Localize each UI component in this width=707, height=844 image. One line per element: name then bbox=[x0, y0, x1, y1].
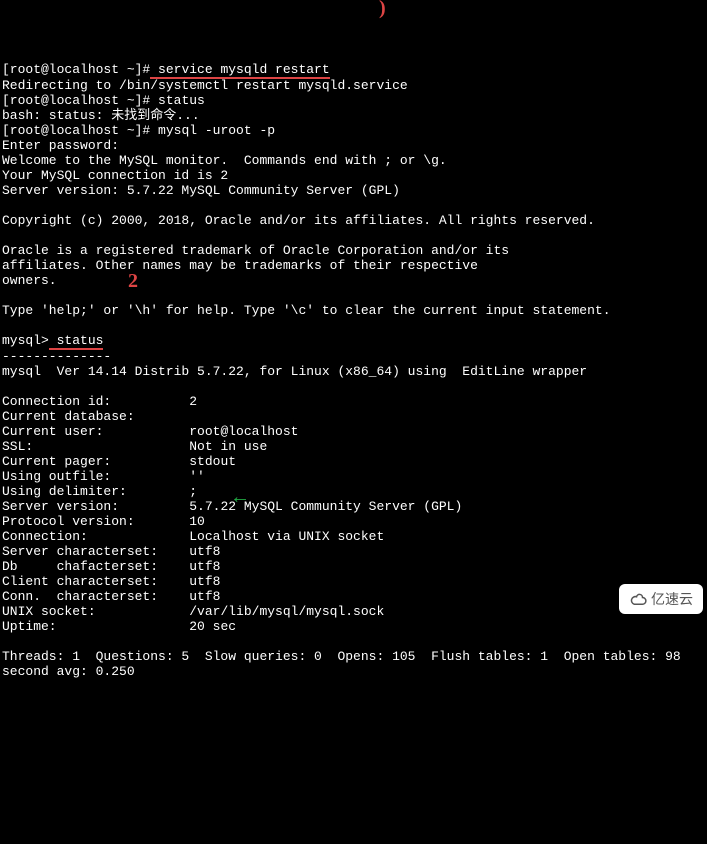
status-key-conn-cs: Conn. characterset: bbox=[2, 589, 189, 604]
annotation-2-icon: 2 bbox=[128, 274, 138, 289]
cmd-status-mysql: status bbox=[49, 333, 104, 350]
status-key-ssl: SSL: bbox=[2, 439, 189, 454]
status-key-proto: Protocol version: bbox=[2, 514, 189, 529]
status-key-cur-db: Current database: bbox=[2, 409, 135, 424]
status-val-outfile: '' bbox=[189, 469, 205, 484]
status-val-ssl: Not in use bbox=[189, 439, 267, 454]
redirect-line: Redirecting to /bin/systemctl restart my… bbox=[2, 78, 408, 93]
watermark-text: 亿速云 bbox=[651, 592, 693, 607]
cmd-status-bash: status bbox=[150, 93, 205, 108]
status-val-connection: Localhost via UNIX socket bbox=[189, 529, 384, 544]
annotation-arrow-icon: ← bbox=[230, 490, 250, 505]
cmd-mysql-login: mysql -uroot -p bbox=[150, 123, 275, 138]
threads-line: Threads: 1 Questions: 5 Slow queries: 0 … bbox=[2, 649, 681, 664]
trademark-line-3: owners. bbox=[2, 273, 57, 288]
status-key-sock: UNIX socket: bbox=[2, 604, 189, 619]
status-val-pager: stdout bbox=[189, 454, 236, 469]
status-key-uptime: Uptime: bbox=[2, 619, 189, 634]
dashes: -------------- bbox=[2, 349, 111, 364]
status-key-outfile: Using outfile: bbox=[2, 469, 189, 484]
status-val-sock: /var/lib/mysql/mysql.sock bbox=[189, 604, 384, 619]
status-val-proto: 10 bbox=[189, 514, 205, 529]
version-line: mysql Ver 14.14 Distrib 5.7.22, for Linu… bbox=[2, 364, 587, 379]
status-val-conn-id: 2 bbox=[189, 394, 197, 409]
enter-password: Enter password: bbox=[2, 138, 119, 153]
welcome-line-2: Your MySQL connection id is 2 bbox=[2, 168, 228, 183]
prompt-1: [root@localhost ~]# bbox=[2, 62, 150, 77]
status-key-cur-user: Current user: bbox=[2, 424, 189, 439]
status-val-delim: ; bbox=[189, 484, 197, 499]
welcome-line-1: Welcome to the MySQL monitor. Commands e… bbox=[2, 153, 447, 168]
trademark-line-1: Oracle is a registered trademark of Orac… bbox=[2, 243, 509, 258]
status-val-db-cs: utf8 bbox=[189, 559, 220, 574]
status-val-client-cs: utf8 bbox=[189, 574, 220, 589]
watermark-badge: 亿速云 bbox=[619, 584, 703, 614]
status-key-conn-id: Connection id: bbox=[2, 394, 189, 409]
mysql-prompt: mysql> bbox=[2, 333, 49, 348]
status-key-server-ver: Server version: bbox=[2, 499, 189, 514]
status-val-uptime: 20 sec bbox=[189, 619, 236, 634]
copyright-line: Copyright (c) 2000, 2018, Oracle and/or … bbox=[2, 213, 595, 228]
status-val-cur-user: root@localhost bbox=[189, 424, 298, 439]
status-key-db-cs: Db chafacterset: bbox=[2, 559, 189, 574]
trademark-line-2: affiliates. Other names may be trademark… bbox=[2, 258, 478, 273]
cmd-service-restart: service mysqld restart bbox=[150, 62, 329, 79]
help-line: Type 'help;' or '\h' for help. Type '\c'… bbox=[2, 303, 611, 318]
status-key-server-cs: Server characterset: bbox=[2, 544, 189, 559]
prompt-2: [root@localhost ~]# bbox=[2, 93, 150, 108]
welcome-line-3: Server version: 5.7.22 MySQL Community S… bbox=[2, 183, 400, 198]
status-key-pager: Current pager: bbox=[2, 454, 189, 469]
second-avg-line: second avg: 0.250 bbox=[2, 664, 135, 679]
status-val-server-cs: utf8 bbox=[189, 544, 220, 559]
prompt-3: [root@localhost ~]# bbox=[2, 123, 150, 138]
cloud-icon bbox=[629, 590, 647, 608]
status-key-delim: Using delimiter: bbox=[2, 484, 189, 499]
terminal-output[interactable]: [root@localhost ~]# service mysqld resta… bbox=[0, 60, 707, 679]
status-key-connection: Connection: bbox=[2, 529, 189, 544]
status-key-client-cs: Client characterset: bbox=[2, 574, 189, 589]
status-val-conn-cs: utf8 bbox=[189, 589, 220, 604]
annotation-1-icon: ) bbox=[379, 1, 386, 16]
bash-error: bash: status: 未找到命令... bbox=[2, 108, 200, 123]
